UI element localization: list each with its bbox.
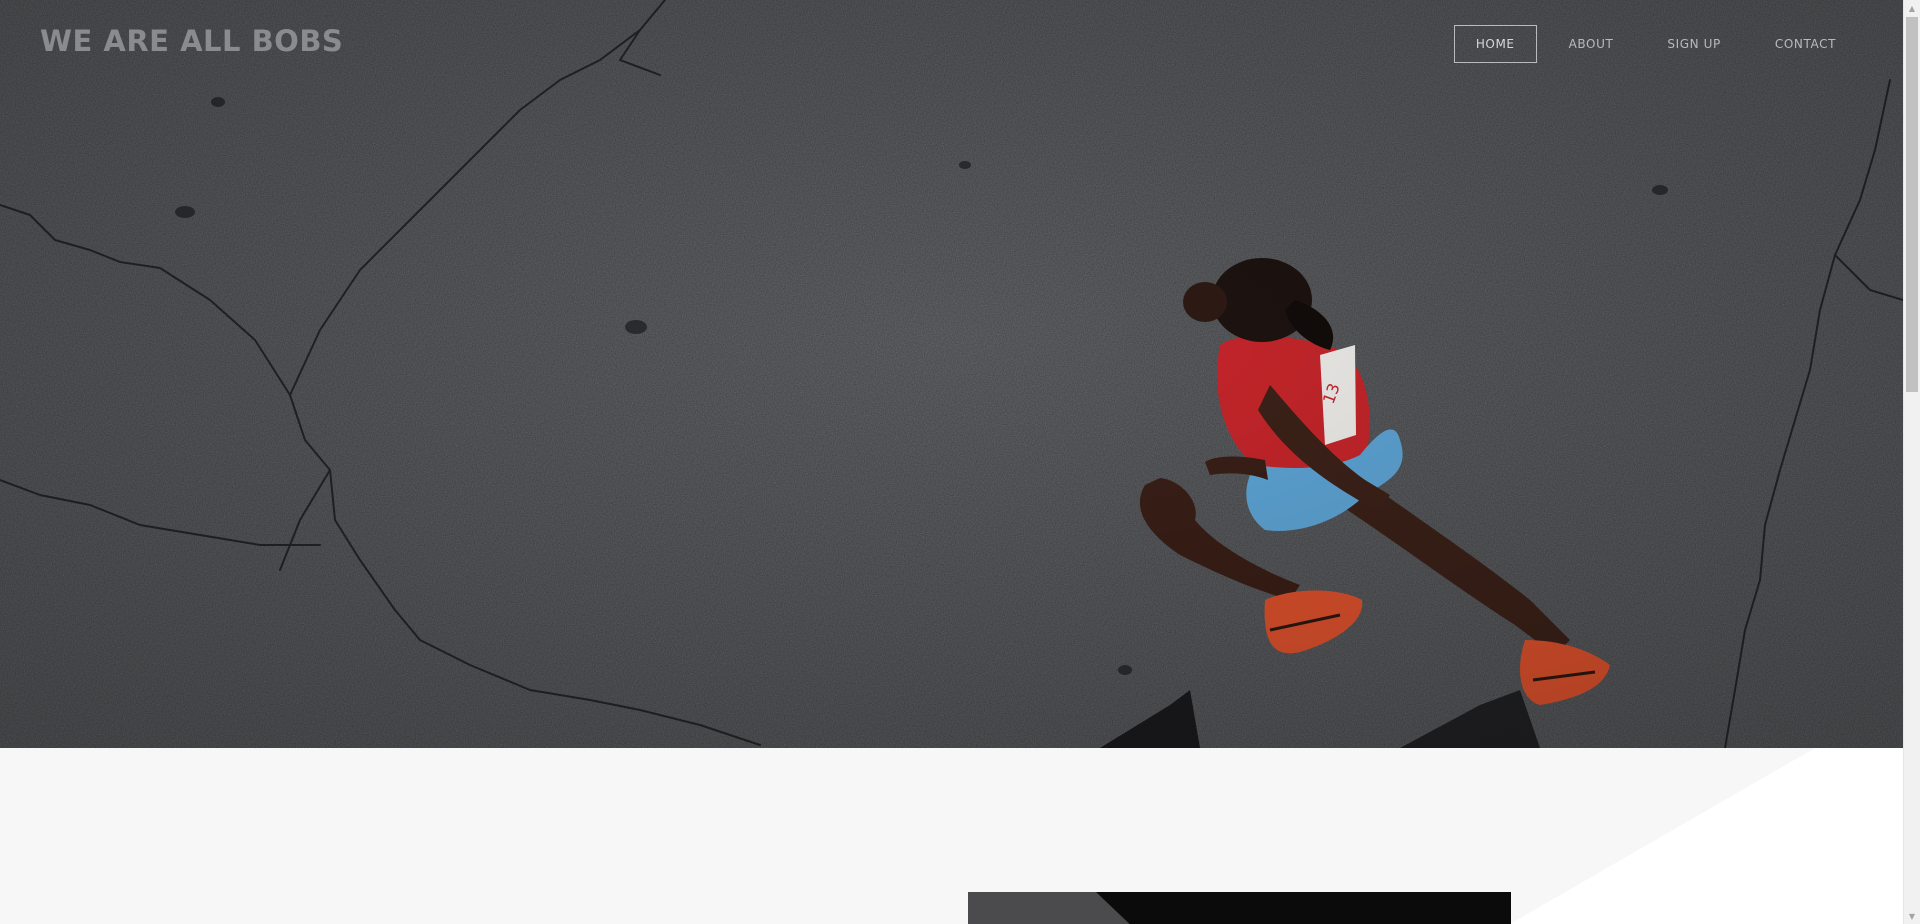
content-image-preview <box>968 892 1511 924</box>
content-section <box>0 748 1903 924</box>
vertical-scrollbar[interactable]: ▲ ▼ <box>1903 0 1920 924</box>
nav-signup-link[interactable]: SIGN UP <box>1645 25 1742 63</box>
hero-section: 13 WE ARE ALL BOBS HOME ABOUT <box>0 0 1903 748</box>
page: 13 WE ARE ALL BOBS HOME ABOUT <box>0 0 1920 924</box>
scroll-down-arrow-icon[interactable]: ▼ <box>1904 908 1920 924</box>
nav-about-link[interactable]: ABOUT <box>1547 25 1636 63</box>
scrollbar-thumb[interactable] <box>1906 17 1918 392</box>
nav-contact-link[interactable]: CONTACT <box>1753 25 1858 63</box>
nav-home-link[interactable]: HOME <box>1453 25 1537 63</box>
scroll-up-arrow-icon[interactable]: ▲ <box>1904 0 1920 16</box>
site-logo[interactable]: WE ARE ALL BOBS <box>40 24 343 58</box>
main-navigation: HOME ABOUT SIGN UP CONTACT <box>1444 25 1858 63</box>
hero-background-image: 13 <box>0 0 1903 748</box>
decorative-diagonal-shape <box>1510 748 1903 924</box>
